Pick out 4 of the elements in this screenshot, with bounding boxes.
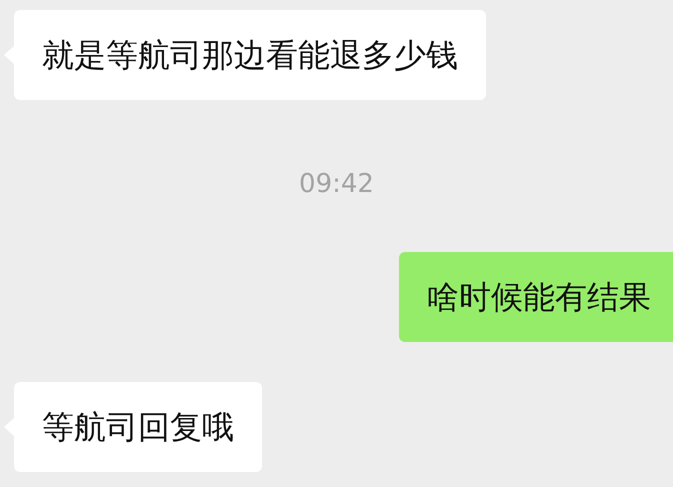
message-bubble: 啥时候能有结果 bbox=[399, 252, 673, 342]
timestamp: 09:42 bbox=[299, 168, 374, 201]
message-bubble: 等航司回复哦 bbox=[14, 382, 262, 472]
message-bubble: 就是等航司那边看能退多少钱 bbox=[14, 10, 486, 100]
